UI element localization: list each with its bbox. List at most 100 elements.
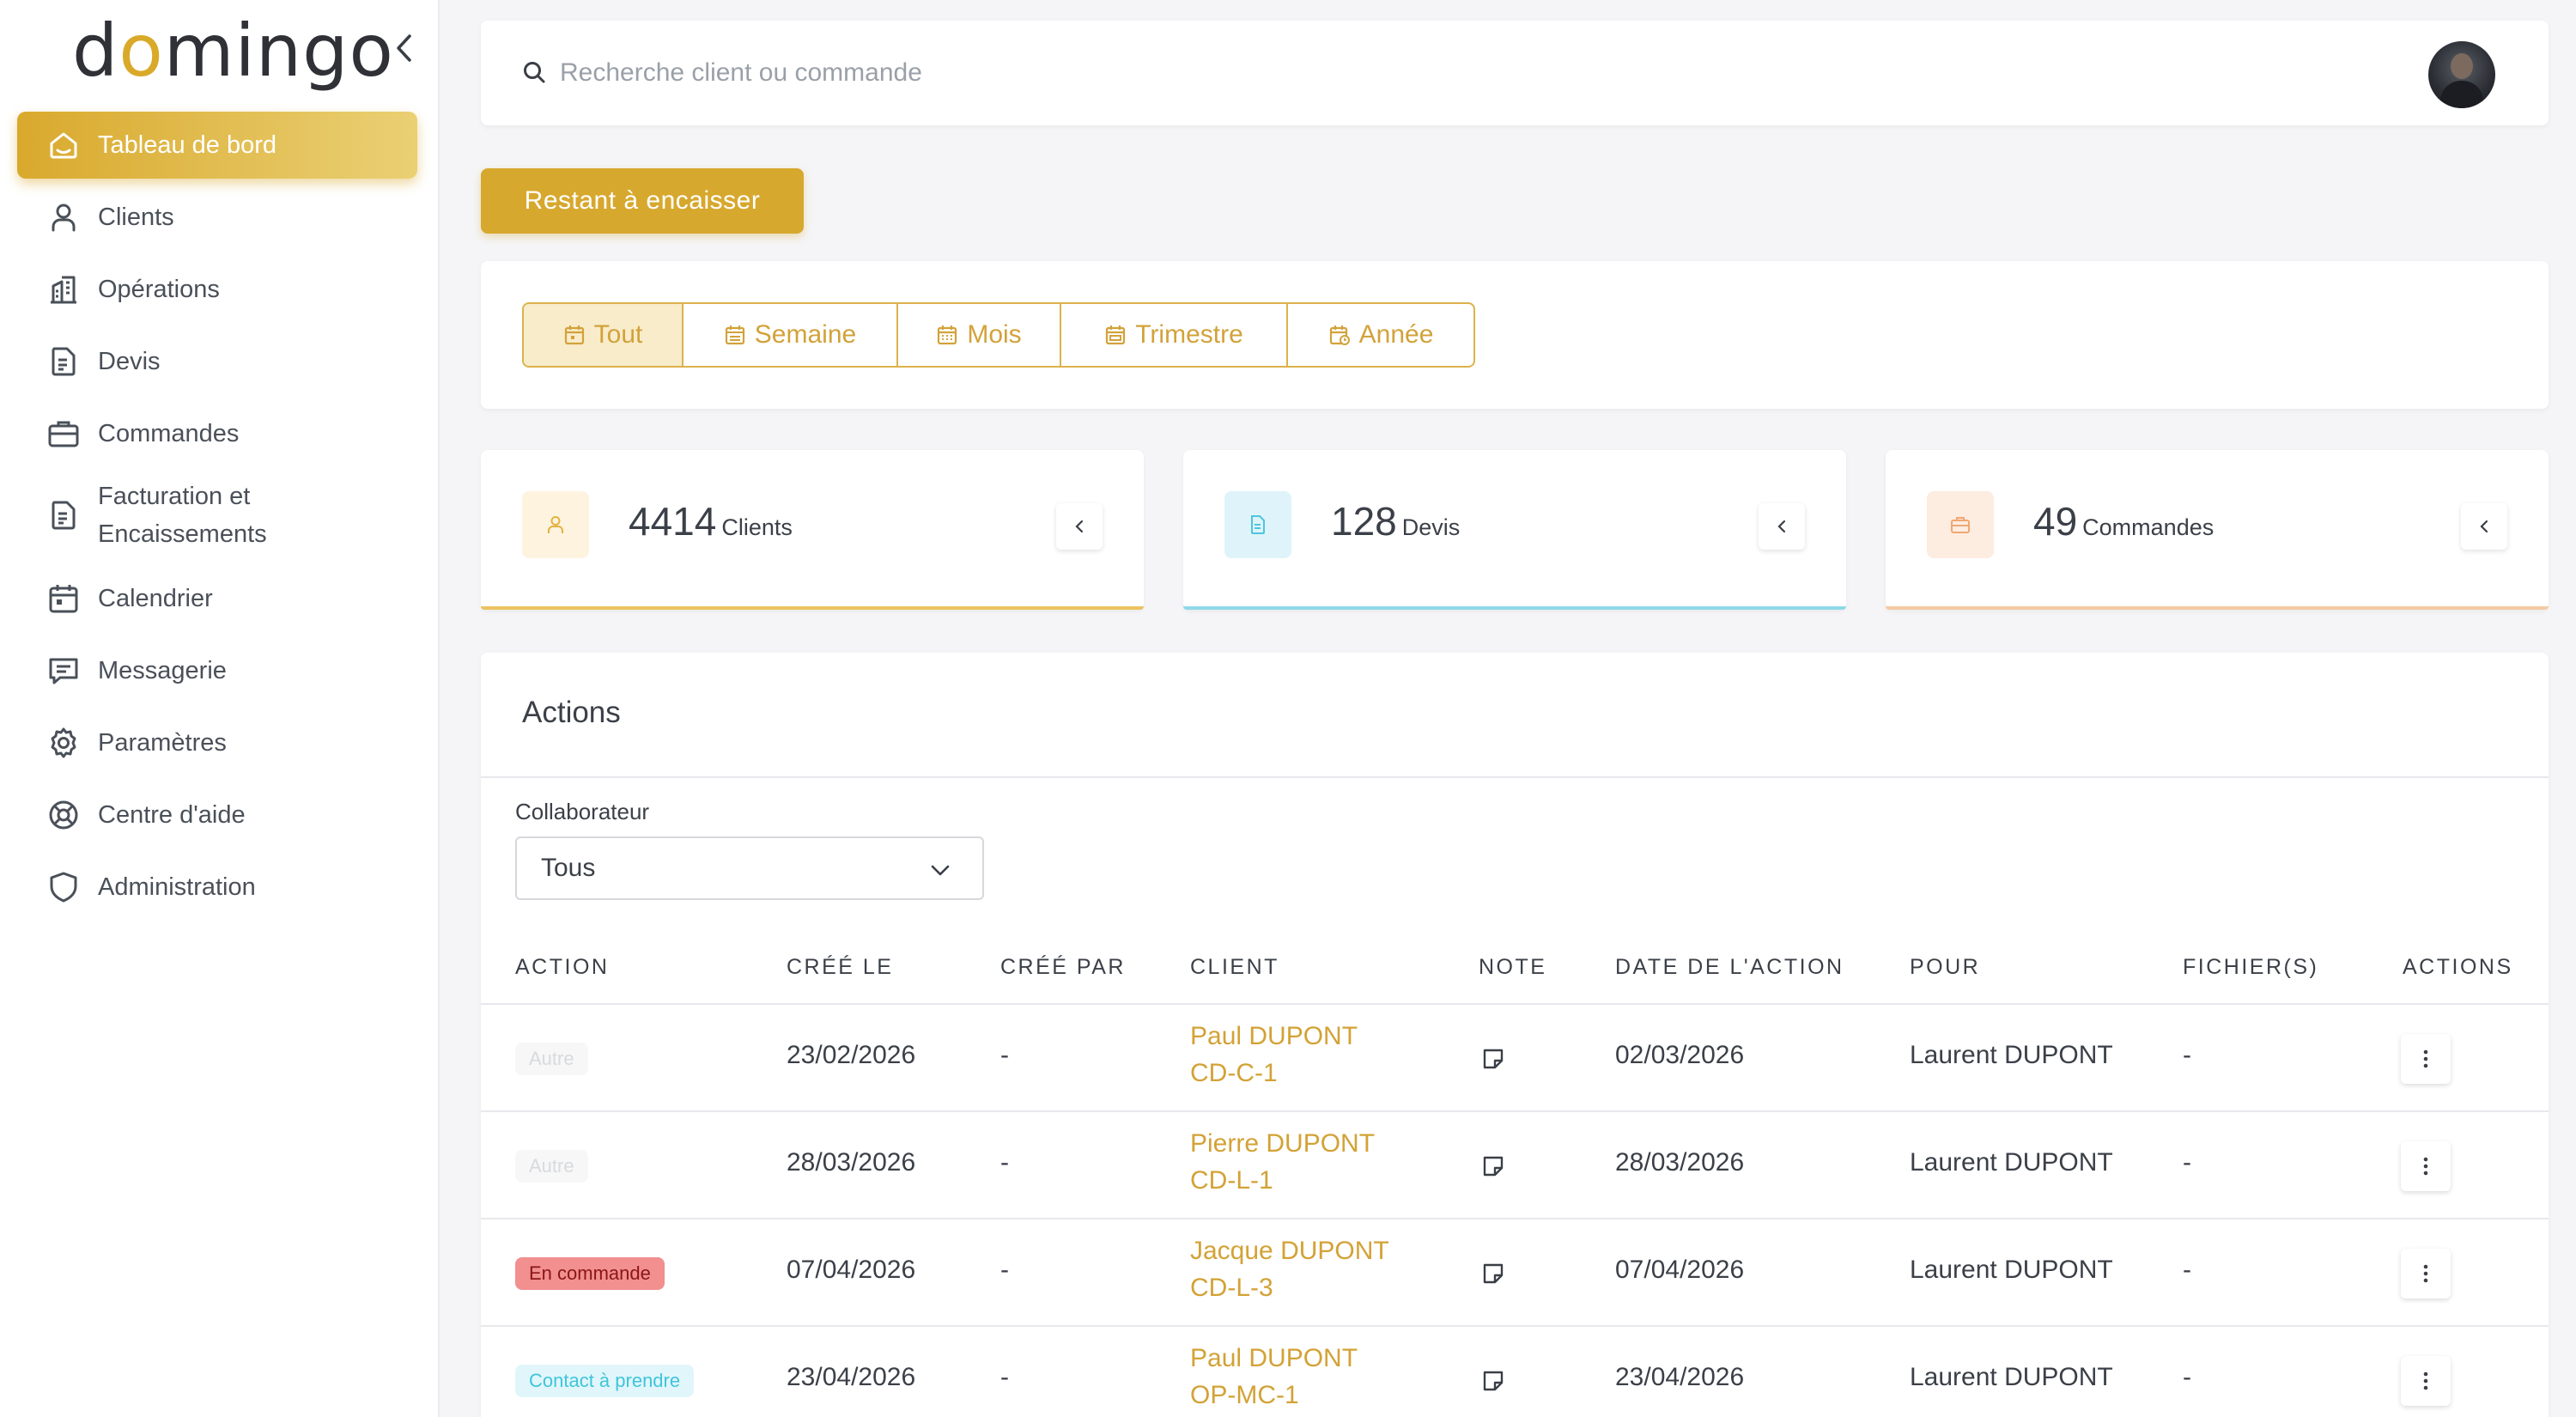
cell-created: 28/03/2026 (787, 1148, 916, 1177)
calendar-icon (49, 585, 78, 613)
collaborateur-value: Tous (541, 854, 596, 882)
cell-created-by: - (1000, 1148, 1009, 1177)
sidebar-item-label: Tableau de bord (98, 131, 276, 159)
cell-for: Laurent DUPONT (1910, 1256, 2113, 1284)
search-input[interactable] (560, 52, 1590, 94)
sidebar-item-commandes[interactable]: Commandes (17, 400, 417, 467)
stat-icon-box (522, 491, 589, 558)
note-icon[interactable] (1480, 1261, 1506, 1286)
sidebar-item-label: Centre d'aide (98, 801, 246, 829)
cell-for: Laurent DUPONT (1910, 1041, 2113, 1069)
client-link[interactable]: Jacque DUPONT (1190, 1237, 1389, 1266)
briefcase-icon (48, 421, 79, 447)
sidebar-item-clients[interactable]: Clients (17, 184, 417, 251)
stat-accent-bar (1183, 606, 1846, 610)
sidebar-item-tableau-de-bord[interactable]: Tableau de bord (17, 112, 417, 179)
action-badge: En commande (515, 1257, 665, 1290)
period-mois-button[interactable]: Mois (898, 304, 1061, 366)
note-icon[interactable] (1480, 1046, 1506, 1072)
row-actions-button[interactable] (2401, 1356, 2451, 1406)
cell-created-by: - (1000, 1041, 1009, 1069)
cell-created-by: - (1000, 1256, 1009, 1284)
client-link[interactable]: Pierre DUPONT (1190, 1129, 1375, 1159)
column-header-client: CLIENT (1190, 955, 1279, 979)
note-icon[interactable] (1480, 1368, 1506, 1394)
table-row[interactable]: En commande 07/04/2026 - Jacque DUPONT C… (481, 1219, 2549, 1327)
cell-action-date: 02/03/2026 (1615, 1041, 1745, 1069)
sidebar-item-facturation[interactable]: Facturation et Encaissements (17, 472, 417, 558)
client-link[interactable]: Paul DUPONT (1190, 1022, 1358, 1051)
sidebar-item-label: Administration (98, 873, 256, 901)
collaborateur-label: Collaborateur (515, 799, 650, 824)
avatar[interactable] (2428, 41, 2495, 108)
sidebar-item-operations[interactable]: Opérations (17, 256, 417, 323)
note-icon[interactable] (1480, 1153, 1506, 1179)
stat-accent-bar (481, 606, 1144, 610)
column-header-cree-le: CRÉÉ LE (787, 955, 894, 979)
more-vertical-icon (2423, 1157, 2428, 1176)
table-row[interactable]: Autre 28/03/2026 - Pierre DUPONT CD-L-1 … (481, 1112, 2549, 1219)
stat-expand-button[interactable] (2461, 503, 2507, 550)
sidebar-item-centre-aide[interactable]: Centre d'aide (17, 781, 417, 848)
sidebar-item-parametres[interactable]: Paramètres (17, 709, 417, 776)
calendar-icon (725, 325, 744, 345)
table-row[interactable]: Autre 23/02/2026 - Paul DUPONT CD-C-1 02… (481, 1005, 2549, 1112)
cell-created-by: - (1000, 1363, 1009, 1391)
column-header-cree-par: CRÉÉ PAR (1000, 955, 1126, 979)
collaborateur-select[interactable]: Tous (515, 836, 984, 900)
period-tout-button[interactable]: Tout (524, 304, 683, 366)
invoice-icon (52, 501, 76, 530)
row-actions-button[interactable] (2401, 1034, 2451, 1084)
column-header-pour: POUR (1910, 955, 1981, 979)
column-header-action: ACTION (515, 955, 610, 979)
collapse-sidebar-button[interactable] (390, 29, 419, 67)
chevron-down-icon (931, 865, 950, 876)
calendar-clock-icon (1329, 325, 1350, 345)
app-logo[interactable]: domingo (72, 12, 394, 89)
client-link[interactable]: Paul DUPONT (1190, 1344, 1358, 1373)
stat-expand-button[interactable] (1759, 503, 1805, 550)
stat-accent-bar (1886, 606, 2549, 610)
stat-expand-button[interactable] (1056, 503, 1103, 550)
sidebar-item-label: Commandes (98, 420, 240, 447)
sidebar-item-messagerie[interactable]: Messagerie (17, 637, 417, 704)
reference-link[interactable]: OP-MC-1 (1190, 1381, 1299, 1410)
row-actions-button[interactable] (2401, 1141, 2451, 1191)
actions-title: Actions (522, 696, 621, 729)
chevron-left-icon (2480, 520, 2488, 533)
period-filter-card: Tout Semaine Mois Trimestre Année (481, 261, 2549, 409)
period-semaine-button[interactable]: Semaine (683, 304, 898, 366)
sidebar-item-label: Opérations (98, 276, 220, 303)
reference-link[interactable]: CD-L-1 (1190, 1166, 1273, 1195)
more-vertical-icon (2423, 1264, 2428, 1283)
briefcase-icon (1951, 517, 1970, 533)
table-row[interactable]: Contact à prendre 23/04/2026 - Paul DUPO… (481, 1327, 2549, 1417)
cell-for: Laurent DUPONT (1910, 1363, 2113, 1391)
search-icon (524, 62, 545, 83)
chevron-left-icon (1777, 520, 1786, 533)
sidebar-item-label: Paramètres (98, 729, 227, 757)
sidebar: domingo Tableau de bord Clients Opératio… (0, 0, 440, 1417)
home-icon (50, 132, 77, 159)
sidebar-item-administration[interactable]: Administration (17, 854, 417, 921)
document-icon (1251, 515, 1265, 534)
period-trimestre-button[interactable]: Trimestre (1061, 304, 1288, 366)
cell-files: - (2183, 1256, 2191, 1284)
reference-link[interactable]: CD-L-3 (1190, 1274, 1273, 1303)
calendar-icon (938, 325, 957, 345)
chevron-left-icon (397, 34, 411, 62)
stat-card-devis: 128 Devis (1183, 450, 1846, 610)
column-header-date-action: DATE DE L'ACTION (1615, 955, 1844, 979)
stat-value: 4414 Clients (629, 499, 793, 544)
restant-a-encaisser-button[interactable]: Restant à encaisser (481, 168, 804, 234)
sidebar-nav: Tableau de bord Clients Opérations Devis… (17, 112, 417, 926)
sidebar-item-calendrier[interactable]: Calendrier (17, 565, 417, 632)
sidebar-item-devis[interactable]: Devis (17, 328, 417, 395)
row-actions-button[interactable] (2401, 1249, 2451, 1298)
reference-link[interactable]: CD-C-1 (1190, 1059, 1278, 1088)
period-annee-button[interactable]: Année (1288, 304, 1473, 366)
stat-unit: Commandes (2082, 514, 2215, 540)
stat-card-commandes: 49 Commandes (1886, 450, 2549, 610)
cell-files: - (2183, 1363, 2191, 1391)
message-icon (49, 658, 78, 684)
